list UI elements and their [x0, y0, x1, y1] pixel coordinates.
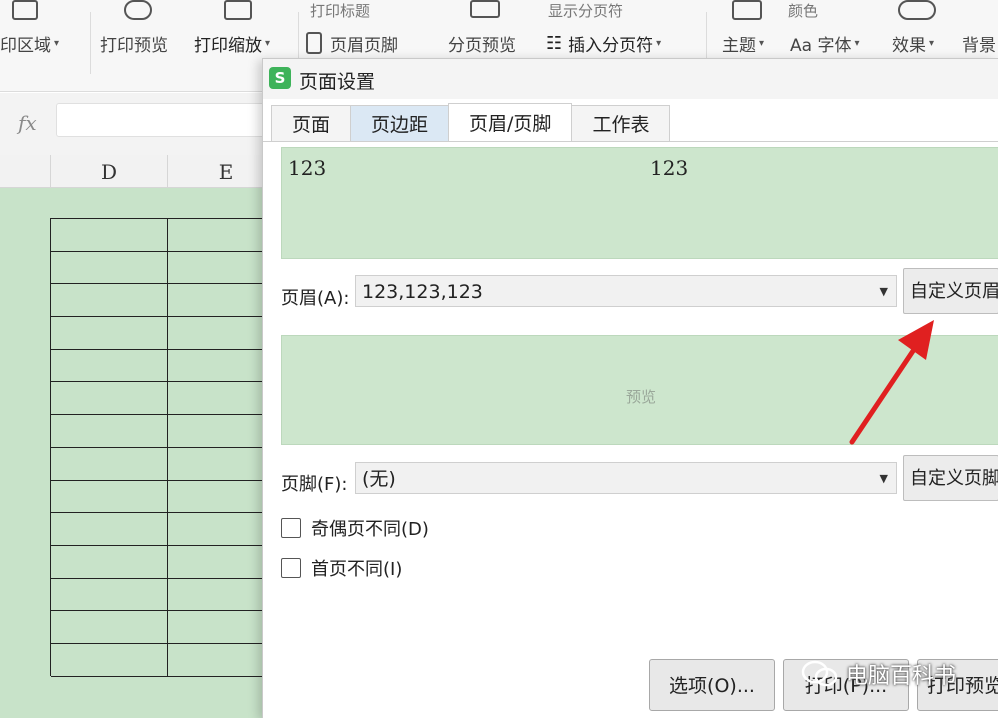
- watermark: 电脑百科书: [800, 658, 956, 690]
- red-arrow-annotation: [849, 320, 934, 445]
- wechat-icon: [801, 660, 838, 687]
- watermark-text: 电脑百科书: [846, 664, 957, 689]
